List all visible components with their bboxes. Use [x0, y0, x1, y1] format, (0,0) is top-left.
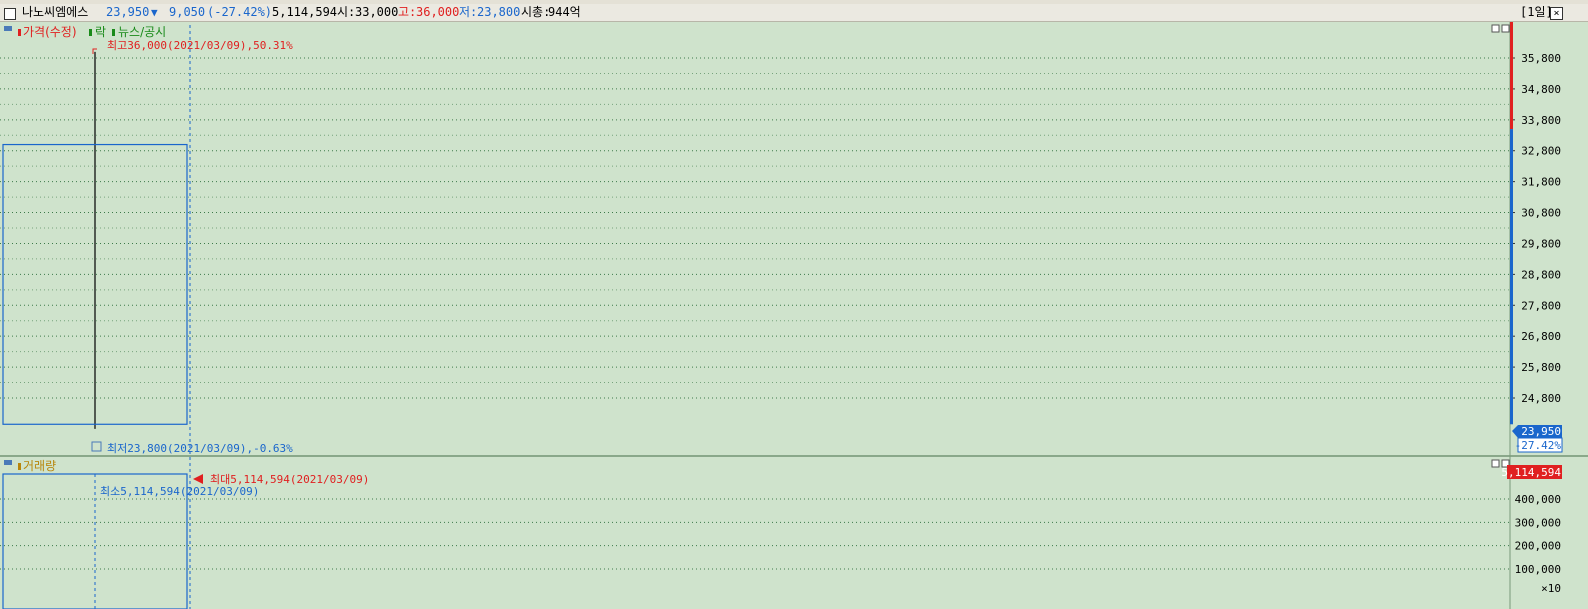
market-cap-label: 시총: — [521, 5, 551, 19]
min-price-annotation: 최저23,800(2021/03/09),-0.63% — [107, 442, 293, 455]
legend-volume[interactable]: 거래량 — [23, 459, 56, 473]
price-pane-menu-icon[interactable] — [4, 26, 12, 31]
down-arrow-icon: ▼ — [151, 6, 158, 19]
select-checkbox[interactable] — [4, 8, 16, 20]
price-tick-label: 32,800 — [1521, 145, 1561, 158]
current-volume-tag: 5,114,594 — [1501, 466, 1561, 479]
chart-area: 24,800 25,800 26,800 27,800 28,800 29,800 30,8… — [0, 22, 1588, 609]
min-volume-annotation: 최소5,114,594(2021/03/09) — [100, 485, 259, 498]
trade-volume: 5,114,594 — [272, 5, 338, 19]
legend-rock[interactable]: 락 — [95, 25, 106, 39]
price-pane[interactable] — [0, 22, 1510, 455]
legend-news[interactable]: 뉴스/공시 — [118, 25, 166, 39]
volume-tick-label: 200,000 — [1515, 540, 1561, 553]
price-tick-label: 31,800 — [1521, 176, 1561, 189]
current-price-tag: 23,950 — [1521, 425, 1561, 438]
price-tick-label: 26,800 — [1521, 330, 1561, 343]
volume-tick-label: 400,000 — [1515, 493, 1561, 506]
price-change-pct: (-27.42%) — [207, 5, 273, 19]
volume-unit-label: ×10 — [1541, 582, 1561, 595]
max-price-annotation: 최고36,000(2021/03/09),50.31% — [107, 39, 293, 52]
volume-tick-label: 100,000 — [1515, 563, 1561, 576]
current-pct-tag: -27.42% — [1515, 439, 1562, 452]
price-tick-label: 35,800 — [1521, 52, 1561, 65]
open-price: 33,000 — [355, 5, 399, 19]
maximize-icon[interactable] — [1491, 24, 1500, 33]
stock-header: 나노씨엠에스 23,950 ▼ 9,050 (-27.42%) 5,114,59… — [0, 4, 1588, 22]
price-change: 9,050 — [169, 5, 206, 19]
price-tick-label: 33,800 — [1521, 114, 1561, 127]
price-tick-label: 34,800 — [1521, 83, 1561, 96]
price-tick-label: 27,800 — [1521, 299, 1561, 312]
volume-maximize-icon[interactable] — [1491, 459, 1500, 468]
open-label: 시: — [337, 5, 356, 19]
price-tick-label: 28,800 — [1521, 268, 1561, 281]
period-selector[interactable]: [1일] — [1520, 5, 1553, 20]
current-price: 23,950 — [106, 5, 150, 19]
pane-splitter[interactable] — [0, 455, 1588, 457]
price-tick-label: 30,800 — [1521, 207, 1561, 220]
legend-price[interactable]: 가격(수정) — [23, 25, 77, 39]
price-tick-label: 29,800 — [1521, 237, 1561, 250]
price-tick-label: 25,800 — [1521, 361, 1561, 374]
market-cap: 944억 — [548, 5, 581, 19]
close-pane-icon[interactable] — [1501, 24, 1510, 33]
legend-marker-price — [18, 29, 21, 36]
close-icon[interactable]: × — [1550, 7, 1563, 20]
low-label: 저: — [459, 5, 478, 19]
axis-up-bar — [1510, 22, 1513, 130]
legend-marker-rock — [89, 29, 92, 36]
high-label: 고: — [398, 5, 417, 19]
low-price: 23,800 — [477, 5, 521, 19]
price-tick-label: 24,800 — [1521, 392, 1561, 405]
volume-tick-label: 300,000 — [1515, 516, 1561, 529]
legend-marker-volume — [18, 463, 21, 470]
high-price: 36,000 — [416, 5, 460, 19]
stock-name[interactable]: 나노씨엠에스 — [22, 5, 88, 20]
volume-pane-menu-icon[interactable] — [4, 460, 12, 465]
legend-marker-news — [112, 29, 115, 36]
axis-down-bar — [1510, 129, 1513, 425]
